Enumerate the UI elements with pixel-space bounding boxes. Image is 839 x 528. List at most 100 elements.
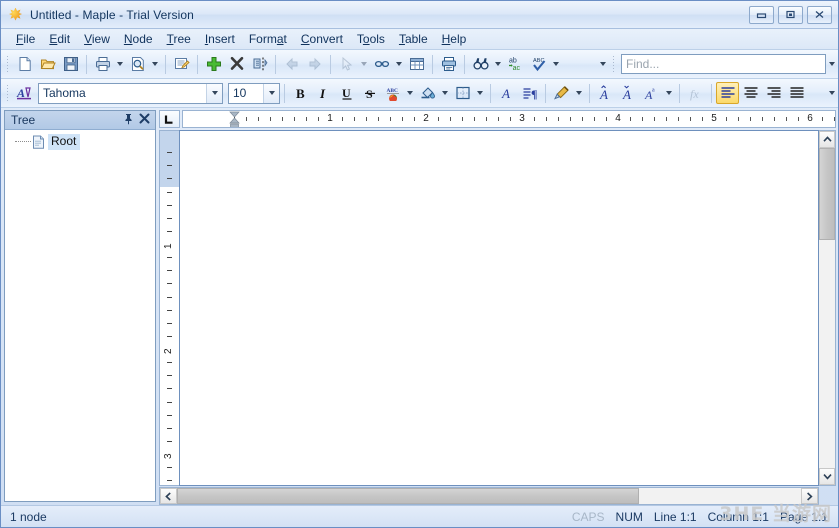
print-button[interactable] — [91, 53, 114, 75]
increase-font-button[interactable]: A — [594, 82, 617, 104]
find-history-dropdown-icon[interactable] — [826, 53, 838, 75]
svg-text:A: A — [501, 86, 510, 101]
align-left-button[interactable] — [716, 82, 739, 104]
scroll-left-button[interactable] — [160, 488, 177, 504]
format-toolbar-overflow-icon[interactable] — [826, 82, 838, 104]
close-x-icon[interactable] — [139, 113, 150, 127]
menu-tree[interactable]: Tree — [160, 30, 198, 49]
print-node-button[interactable] — [437, 53, 460, 75]
svg-text:ac: ac — [512, 65, 520, 72]
borders-button[interactable] — [451, 82, 474, 104]
paragraph-marks-button[interactable]: ¶ — [518, 82, 541, 104]
indent-marker-icon[interactable] — [229, 111, 240, 127]
highlight-color-button[interactable] — [416, 82, 439, 104]
pin-icon[interactable] — [123, 113, 134, 128]
hyperlink-dropdown-icon[interactable] — [393, 53, 405, 75]
align-center-button[interactable] — [739, 82, 762, 104]
hyperlink-button[interactable] — [370, 53, 393, 75]
horizontal-scrollbar[interactable] — [159, 487, 819, 505]
replace-button[interactable]: ab ac — [504, 53, 527, 75]
font-size-combo[interactable]: 10 — [228, 82, 280, 104]
tree-connector — [15, 141, 31, 142]
vertical-scroll-track[interactable] — [819, 148, 835, 468]
styles-button[interactable]: A — [13, 82, 36, 104]
font-size-dropdown-icon[interactable] — [263, 83, 279, 103]
tree-panel-title: Tree — [11, 113, 36, 127]
scroll-down-button[interactable] — [819, 468, 835, 485]
print-dropdown-icon[interactable] — [114, 53, 126, 75]
menu-tools[interactable]: Tools — [350, 30, 392, 49]
vertical-ruler[interactable]: 123 — [159, 130, 179, 486]
menu-edit[interactable]: Edit — [42, 30, 77, 49]
menu-table[interactable]: Table — [392, 30, 435, 49]
change-case-dropdown-icon[interactable] — [663, 82, 675, 104]
spell-check-dropdown-icon[interactable] — [550, 53, 562, 75]
new-document-button[interactable] — [13, 53, 36, 75]
vertical-scrollbar[interactable] — [819, 130, 836, 486]
tree-node-list[interactable]: Root — [5, 130, 155, 501]
decrease-font-button[interactable]: A — [617, 82, 640, 104]
function-button[interactable]: fx — [684, 82, 707, 104]
font-family-combo[interactable]: Tahoma — [38, 82, 223, 104]
document-page[interactable] — [179, 130, 819, 486]
document-area: 123456 123 — [159, 110, 836, 505]
horizontal-scroll-thumb[interactable] — [177, 488, 639, 504]
split-node-button[interactable] — [248, 53, 271, 75]
format-toolbar: A Tahoma 10 B I U S ABC — [1, 79, 838, 108]
format-toolbar-grip[interactable] — [4, 83, 11, 103]
strikethrough-button[interactable]: S — [358, 82, 381, 104]
horizontal-ruler[interactable]: 123456 — [182, 110, 836, 128]
menu-view[interactable]: View — [77, 30, 117, 49]
align-right-button[interactable] — [762, 82, 785, 104]
vertical-scroll-thumb[interactable] — [819, 148, 835, 240]
add-node-button[interactable] — [202, 53, 225, 75]
save-button[interactable] — [59, 53, 82, 75]
print-preview-button[interactable] — [126, 53, 149, 75]
menu-format[interactable]: Format — [242, 30, 294, 49]
format-painter-dropdown-icon[interactable] — [573, 82, 585, 104]
tree-node-root[interactable]: Root — [5, 133, 155, 150]
delete-node-button[interactable] — [225, 53, 248, 75]
scroll-right-button[interactable] — [801, 488, 818, 504]
horizontal-scroll-track[interactable] — [177, 488, 801, 504]
toolbar-grip[interactable] — [4, 54, 11, 74]
menu-file[interactable]: File — [9, 30, 42, 49]
align-justify-button[interactable] — [785, 82, 808, 104]
select-pointer-dropdown-icon[interactable] — [358, 53, 370, 75]
open-button[interactable] — [36, 53, 59, 75]
menu-convert[interactable]: Convert — [294, 30, 350, 49]
canvas-row: 123 — [159, 130, 836, 486]
maximize-button[interactable] — [778, 5, 803, 24]
change-case-button[interactable]: Aa — [640, 82, 663, 104]
close-button[interactable] — [807, 5, 832, 24]
format-painter-button[interactable] — [550, 82, 573, 104]
italic-button[interactable]: I — [312, 82, 335, 104]
find-button[interactable] — [469, 53, 492, 75]
font-color-dropdown-icon[interactable] — [404, 82, 416, 104]
node-properties-button[interactable] — [170, 53, 193, 75]
menu-insert[interactable]: Insert — [198, 30, 242, 49]
tab-stop-left-icon[interactable] — [159, 110, 180, 128]
menu-help[interactable]: Help — [435, 30, 474, 49]
select-pointer-button[interactable] — [335, 53, 358, 75]
borders-dropdown-icon[interactable] — [474, 82, 486, 104]
find-dropdown-icon[interactable] — [492, 53, 504, 75]
bold-button[interactable]: B — [289, 82, 312, 104]
underline-button[interactable]: U — [335, 82, 358, 104]
menu-node[interactable]: Node — [117, 30, 160, 49]
scroll-up-button[interactable] — [819, 131, 835, 148]
font-dialog-button[interactable]: A — [495, 82, 518, 104]
find-toolbar-grip[interactable] — [610, 54, 617, 74]
find-input[interactable]: Find... — [621, 54, 826, 74]
highlight-color-dropdown-icon[interactable] — [439, 82, 451, 104]
insert-table-button[interactable] — [405, 53, 428, 75]
font-family-dropdown-icon[interactable] — [206, 83, 222, 103]
font-color-button[interactable]: ABC — [381, 82, 404, 104]
standard-toolbar-overflow-icon[interactable] — [597, 53, 609, 75]
spell-check-button[interactable]: ABC — [527, 53, 550, 75]
print-preview-dropdown-icon[interactable] — [149, 53, 161, 75]
minimize-button[interactable] — [749, 5, 774, 24]
forward-button[interactable] — [303, 53, 326, 75]
page-canvas[interactable] — [180, 131, 818, 485]
back-button[interactable] — [280, 53, 303, 75]
